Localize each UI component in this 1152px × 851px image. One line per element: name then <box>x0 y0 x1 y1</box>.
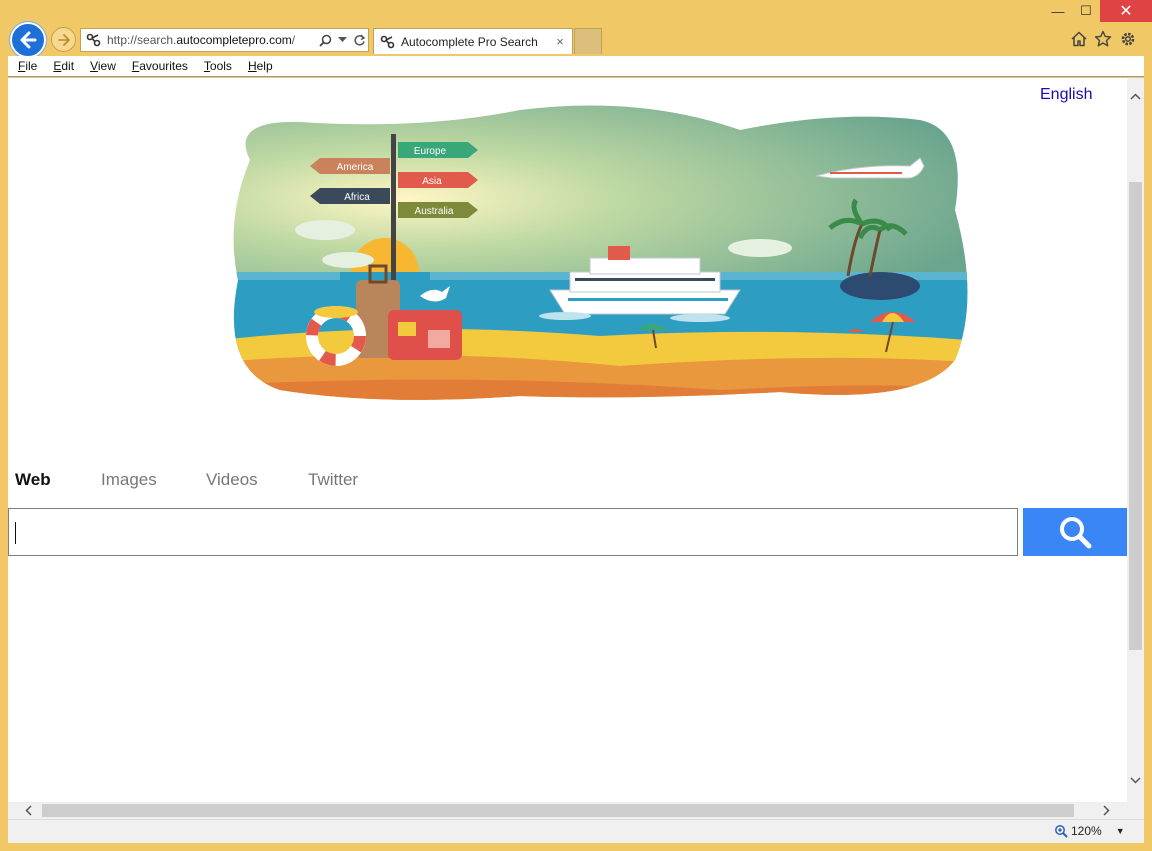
refresh-icon <box>354 33 366 46</box>
back-icon <box>20 31 37 49</box>
sign-europe: Europe <box>414 146 447 157</box>
zoom-control[interactable]: 120% ▼ <box>1054 824 1125 838</box>
browser-window: — ☐ ✕ http://search.autocompletepro.com/ <box>0 0 1152 851</box>
favorites-star-icon <box>1094 30 1112 47</box>
menu-view[interactable]: View <box>90 59 116 73</box>
menu-edit[interactable]: Edit <box>53 59 74 73</box>
settings-gear-icon <box>1121 32 1135 46</box>
search-button[interactable] <box>1023 508 1127 556</box>
sign-america: America <box>337 162 374 173</box>
scroll-up-button[interactable] <box>1127 88 1144 104</box>
zoom-dropdown-icon[interactable]: ▼ <box>1116 826 1125 836</box>
dropdown-icon <box>338 37 347 42</box>
sign-australia: Australia <box>415 206 454 217</box>
search-tab-videos[interactable]: Videos <box>206 470 258 490</box>
zoom-icon <box>1055 825 1068 838</box>
menu-bar: File Edit View Favourites Tools Help <box>8 56 1144 77</box>
search-tab-twitter[interactable]: Twitter <box>308 470 358 490</box>
menu-edit-rest: dit <box>61 59 75 73</box>
chevron-down-icon <box>1130 776 1141 784</box>
zoom-level: 120% <box>1071 824 1102 838</box>
menu-view-rest: iew <box>97 59 116 73</box>
horizontal-scrollbar[interactable] <box>8 802 1144 819</box>
tab-title: Autocomplete Pro Search <box>401 34 538 49</box>
url-suffix: / <box>291 33 296 47</box>
menu-help-rest: elp <box>256 59 273 73</box>
site-favicon <box>84 30 104 50</box>
search-tab-images[interactable]: Images <box>101 470 157 490</box>
chevron-left-icon <box>25 805 32 816</box>
favorites-button[interactable] <box>1092 28 1114 50</box>
sign-africa: Africa <box>344 192 370 203</box>
home-icon <box>1071 31 1087 47</box>
refresh-button[interactable] <box>351 30 368 50</box>
new-tab-button[interactable] <box>574 28 602 54</box>
chevron-right-icon <box>1103 805 1110 816</box>
maximize-button[interactable]: ☐ <box>1072 0 1100 22</box>
search-icon <box>319 34 332 47</box>
back-button[interactable] <box>10 22 46 58</box>
search-icon <box>1060 517 1092 549</box>
home-button[interactable] <box>1068 28 1090 50</box>
horizontal-scroll-thumb[interactable] <box>42 804 1074 817</box>
sign-asia: Asia <box>422 176 442 187</box>
minimize-button[interactable]: — <box>1044 0 1072 22</box>
travel-hero-illustration: Europe America Asia Africa Australia <box>233 105 968 400</box>
language-link[interactable]: English <box>1040 86 1092 104</box>
chevron-up-icon <box>1130 92 1141 100</box>
close-window-button[interactable]: ✕ <box>1100 0 1152 22</box>
address-bar[interactable]: http://search.autocompletepro.com/ <box>80 28 369 52</box>
tab-favicon <box>378 32 398 52</box>
scroll-right-button[interactable] <box>1098 802 1115 819</box>
vertical-scroll-thumb[interactable] <box>1129 182 1142 650</box>
scroll-left-button[interactable] <box>20 802 37 819</box>
menu-file[interactable]: File <box>18 59 37 73</box>
menu-tools-rest: ools <box>209 59 232 73</box>
menu-file-rest: ile <box>25 59 38 73</box>
url-domain: autocompletepro.com <box>176 33 292 47</box>
tab-autocomplete-pro-search[interactable]: Autocomplete Pro Search × <box>373 28 573 54</box>
search-tab-web[interactable]: Web <box>15 470 51 490</box>
tab-close-button[interactable]: × <box>552 34 568 49</box>
menu-help[interactable]: Help <box>248 59 273 73</box>
menu-favourites[interactable]: Favourites <box>132 59 188 73</box>
address-url[interactable]: http://search.autocompletepro.com/ <box>107 33 317 47</box>
status-bar: 120% ▼ <box>8 819 1144 843</box>
forward-button[interactable] <box>51 27 76 52</box>
vertical-scrollbar[interactable] <box>1127 78 1144 802</box>
menu-favourites-rest: avourites <box>139 59 188 73</box>
address-dropdown-button[interactable] <box>334 30 351 50</box>
menu-tools[interactable]: Tools <box>204 59 232 73</box>
url-prefix: http://search. <box>107 33 177 47</box>
forward-icon <box>57 33 70 46</box>
search-input[interactable] <box>8 508 1018 556</box>
menu-view-accel: V <box>90 59 98 73</box>
text-cursor <box>15 522 16 544</box>
settings-button[interactable] <box>1117 28 1139 50</box>
page-viewport: English Europe America Asia Africa Austr… <box>8 78 1127 802</box>
scroll-down-button[interactable] <box>1127 772 1144 788</box>
menu-help-accel: H <box>247 59 257 73</box>
address-search-button[interactable] <box>317 30 334 50</box>
